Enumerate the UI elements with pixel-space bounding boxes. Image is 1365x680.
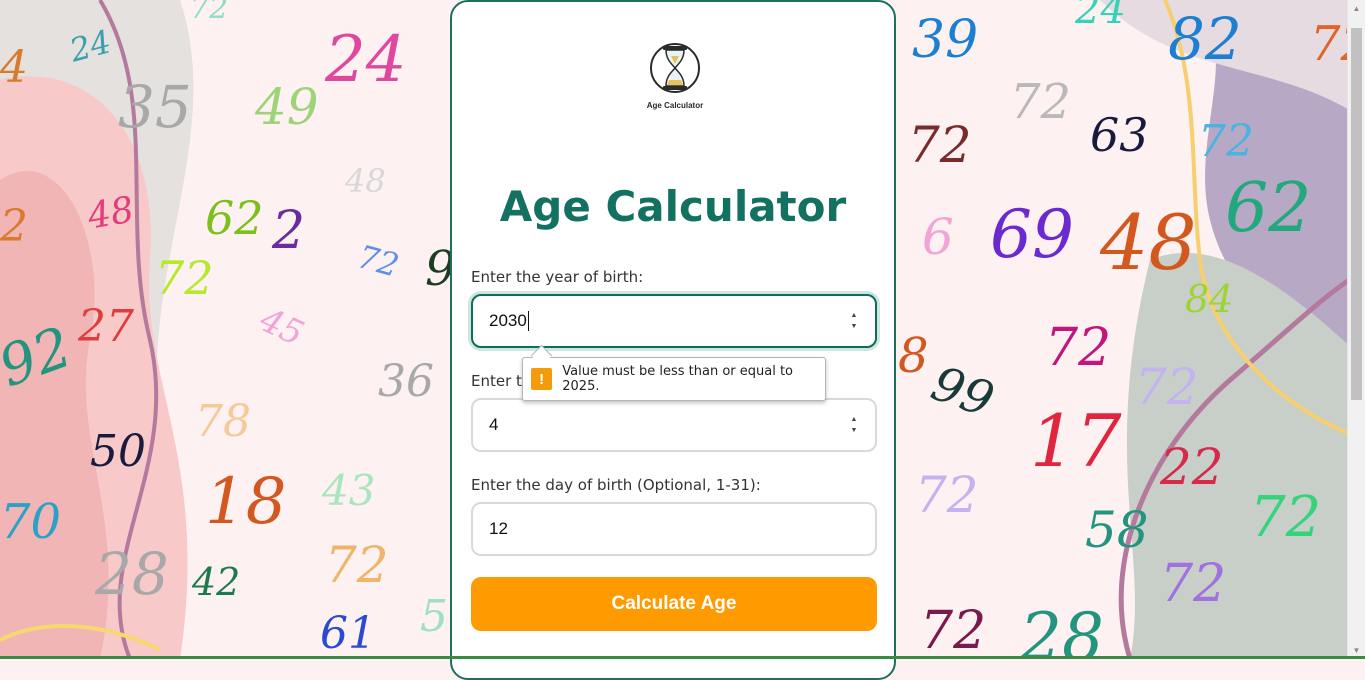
page-title: Age Calculator [499,182,847,231]
bg-number: 62 [1225,169,1312,248]
bg-number: 2 [272,201,306,261]
bg-number: 18 [205,465,287,539]
bg-number: 8 [898,328,929,384]
bg-number: 48 [84,189,137,238]
spin-down-icon[interactable]: ▼ [851,323,858,330]
text-caret [527,311,529,331]
day-input-value: 12 [489,519,508,538]
bg-number: 39 [912,10,979,70]
bg-number: 5 [420,591,448,642]
bg-number: 17 [1030,399,1122,483]
bg-number: 78 [195,396,251,447]
year-input-value: 2030 [489,311,527,330]
month-input-value: 4 [489,415,499,434]
bg-number: 24 [65,22,115,70]
bg-number: 35 [118,73,192,141]
validation-message: Value must be less than or equal to 2025… [562,364,794,394]
bg-number: 69 [990,196,1074,273]
scroll-up-icon[interactable]: ▲ [1348,0,1365,17]
bg-number: 49 [255,78,319,136]
bg-number: 2 [0,201,28,252]
day-input[interactable]: 12 [471,502,877,556]
bg-number: 27 [78,301,134,352]
age-calculator-card: Age Calculator Age Calculator Enter the … [450,0,896,680]
bg-number: 72 [1160,554,1227,614]
bg-number: 84 [1185,277,1234,321]
bg-number: 22 [1160,438,1224,496]
page-scrollbar[interactable]: ▲ ▼ [1347,0,1365,659]
logo-caption: Age Calculator [646,101,704,110]
bg-number: 72 [353,237,403,285]
bg-number: 50 [90,426,146,477]
bg-number: 72 [1135,358,1199,416]
bg-number: 72 [1010,74,1072,130]
bg-number: 61 [320,608,376,659]
hourglass-icon [650,43,700,93]
bg-number: 70 [0,494,62,550]
bg-number: 62 [205,191,264,245]
bg-number: 72 [908,116,972,174]
validation-tooltip: ! Value must be less than or equal to 20… [522,357,826,401]
year-input[interactable]: 2030 ▲ ▼ [471,294,877,348]
day-label: Enter the day of birth (Optional, 1-31): [471,476,761,494]
year-label: Enter the year of birth: [471,268,644,286]
warning-icon: ! [531,368,553,390]
app-logo: Age Calculator [645,40,705,110]
bg-number: 72 [920,601,987,659]
bg-number: 72 [1198,116,1254,167]
bg-number: 48 [1100,198,1197,287]
bg-number: 24 [325,23,407,97]
scrollbar-thumb[interactable] [1351,28,1362,400]
month-input[interactable]: 4 ▲ ▼ [471,398,877,452]
bg-number: 36 [378,356,434,407]
bg-number: 72 [155,251,214,305]
bg-number: 28 [1020,599,1104,660]
bg-number: 6 [922,208,954,266]
bg-number: 58 [1085,501,1149,559]
spin-up-icon[interactable]: ▲ [851,416,858,423]
bg-number: 4 [0,42,28,93]
bg-number: 48 [345,162,386,200]
bg-number: 82 [1168,5,1242,73]
bg-number: 72 [325,536,389,594]
bg-number: 72 [1250,485,1322,550]
bg-number: 72 [1045,318,1112,378]
bg-number: 43 [322,466,376,515]
month-spinner[interactable]: ▲ ▼ [849,416,859,434]
bg-number: 72 [915,466,979,524]
spin-down-icon[interactable]: ▼ [851,427,858,434]
spin-up-icon[interactable]: ▲ [851,312,858,319]
bg-number: 28 [95,540,169,608]
bg-number: 24 [1075,0,1126,33]
year-spinner[interactable]: ▲ ▼ [849,312,859,330]
bg-number: 72 [190,0,229,26]
bg-number: 42 [192,560,241,604]
calculate-age-button[interactable]: Calculate Age [471,577,877,631]
bg-number: 63 [1090,108,1149,162]
